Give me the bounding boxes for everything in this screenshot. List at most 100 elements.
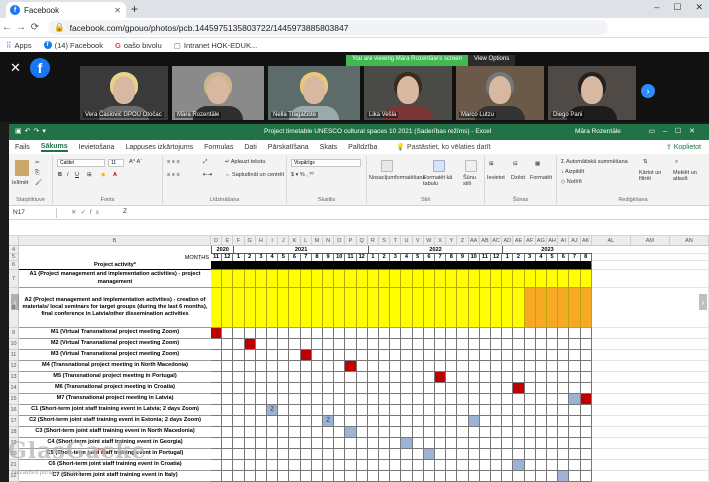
timeline-cell[interactable] bbox=[267, 361, 279, 372]
empty-cell[interactable] bbox=[591, 270, 709, 288]
timeline-cell[interactable] bbox=[300, 270, 312, 288]
row-header[interactable]: 15 bbox=[9, 394, 19, 405]
row-header[interactable]: 6 bbox=[9, 261, 19, 270]
timeline-cell[interactable] bbox=[334, 427, 346, 438]
column-header[interactable]: L bbox=[300, 236, 312, 246]
timeline-cell[interactable] bbox=[535, 449, 547, 460]
timeline-cell[interactable] bbox=[255, 416, 267, 427]
timeline-cell[interactable] bbox=[569, 383, 581, 394]
timeline-cell[interactable] bbox=[311, 449, 323, 460]
month-cell[interactable]: 4 bbox=[267, 254, 279, 261]
view-options-button[interactable]: View Options bbox=[467, 55, 516, 66]
ribbon-tab[interactable]: Lappuses izkārtojums bbox=[125, 144, 193, 151]
column-header[interactable]: F bbox=[233, 236, 245, 246]
timeline-cell[interactable] bbox=[379, 394, 391, 405]
timeline-cell[interactable] bbox=[233, 339, 245, 350]
timeline-cell[interactable] bbox=[457, 288, 469, 328]
timeline-cell[interactable] bbox=[222, 288, 234, 328]
timeline-cell[interactable] bbox=[334, 438, 346, 449]
timeline-cell[interactable] bbox=[580, 361, 592, 372]
timeline-cell[interactable] bbox=[211, 427, 223, 438]
timeline-cell[interactable] bbox=[580, 438, 592, 449]
timeline-cell[interactable] bbox=[211, 361, 223, 372]
timeline-cell[interactable] bbox=[524, 383, 536, 394]
timeline-cell[interactable] bbox=[524, 372, 536, 383]
activity-label[interactable]: M4 (Transnational project meeting in Nor… bbox=[19, 361, 211, 372]
timeline-cell[interactable] bbox=[233, 416, 245, 427]
timeline-cell[interactable] bbox=[278, 460, 290, 471]
timeline-cell[interactable] bbox=[255, 270, 267, 288]
timeline-cell[interactable] bbox=[423, 394, 435, 405]
month-cell[interactable]: 1 bbox=[233, 254, 245, 261]
previous-photo-arrow[interactable]: ‹ bbox=[11, 294, 19, 310]
timeline-cell[interactable] bbox=[435, 471, 447, 482]
timeline-cell[interactable] bbox=[334, 416, 346, 427]
timeline-cell[interactable] bbox=[300, 449, 312, 460]
empty-cell[interactable] bbox=[591, 405, 709, 416]
column-header[interactable]: J bbox=[278, 236, 290, 246]
timeline-cell[interactable] bbox=[457, 361, 469, 372]
timeline-cell[interactable] bbox=[502, 328, 514, 339]
timeline-cell[interactable] bbox=[289, 328, 301, 339]
timeline-cell[interactable] bbox=[390, 449, 402, 460]
timeline-cell[interactable] bbox=[300, 405, 312, 416]
bookmark-apps[interactable]: ⠿ Apps bbox=[6, 41, 32, 50]
timeline-cell[interactable] bbox=[580, 449, 592, 460]
timeline-cell[interactable] bbox=[491, 394, 503, 405]
timeline-cell[interactable] bbox=[502, 394, 514, 405]
timeline-cell[interactable] bbox=[334, 361, 346, 372]
timeline-cell[interactable] bbox=[468, 405, 480, 416]
timeline-cell[interactable] bbox=[356, 405, 368, 416]
timeline-cell[interactable] bbox=[491, 328, 503, 339]
close-photo-icon[interactable]: ✕ bbox=[10, 60, 21, 76]
row-header[interactable]: 5 bbox=[9, 254, 19, 261]
activity-label[interactable]: M5 (Transnational project meeting in Por… bbox=[19, 372, 211, 383]
timeline-cell[interactable] bbox=[345, 328, 357, 339]
timeline-cell[interactable] bbox=[435, 350, 447, 361]
timeline-cell[interactable] bbox=[513, 416, 525, 427]
timeline-cell[interactable] bbox=[569, 460, 581, 471]
timeline-cell[interactable] bbox=[502, 339, 514, 350]
timeline-cell[interactable] bbox=[558, 416, 570, 427]
timeline-cell[interactable] bbox=[468, 471, 480, 482]
timeline-cell[interactable] bbox=[300, 288, 312, 328]
timeline-cell[interactable] bbox=[323, 471, 335, 482]
timeline-cell[interactable] bbox=[323, 328, 335, 339]
month-cell[interactable]: 2 bbox=[513, 254, 525, 261]
activity-label[interactable]: M3 (Virtual Transnational project meetin… bbox=[19, 350, 211, 361]
timeline-cell[interactable] bbox=[468, 288, 480, 328]
timeline-cell[interactable] bbox=[479, 328, 491, 339]
timeline-cell[interactable] bbox=[524, 405, 536, 416]
find-icon[interactable]: ⌕ bbox=[675, 159, 678, 166]
delete-icon[interactable]: ⊟ bbox=[513, 161, 518, 167]
timeline-cell[interactable] bbox=[569, 405, 581, 416]
timeline-cell[interactable] bbox=[479, 270, 491, 288]
timeline-cell[interactable] bbox=[547, 471, 559, 482]
timeline-cell[interactable] bbox=[367, 471, 379, 482]
timeline-cell[interactable] bbox=[255, 328, 267, 339]
timeline-cell[interactable] bbox=[267, 460, 279, 471]
timeline-cell[interactable] bbox=[502, 288, 514, 328]
scheduled-event-cell[interactable]: Z bbox=[323, 416, 335, 427]
timeline-cell[interactable] bbox=[535, 427, 547, 438]
timeline-cell[interactable] bbox=[435, 328, 447, 339]
timeline-cell[interactable] bbox=[390, 383, 402, 394]
copy-icon[interactable]: ⎘ bbox=[35, 170, 39, 177]
column-header[interactable]: G bbox=[244, 236, 256, 246]
timeline-cell[interactable] bbox=[423, 460, 435, 471]
timeline-cell[interactable] bbox=[244, 270, 256, 288]
timeline-cell[interactable] bbox=[334, 372, 346, 383]
timeline-cell[interactable] bbox=[367, 394, 379, 405]
timeline-cell[interactable] bbox=[356, 372, 368, 383]
timeline-cell[interactable] bbox=[367, 438, 379, 449]
format-painter-icon[interactable]: 🖌 bbox=[35, 180, 42, 186]
column-header[interactable]: U bbox=[401, 236, 413, 246]
timeline-cell[interactable] bbox=[457, 427, 469, 438]
empty-cell[interactable] bbox=[591, 328, 709, 339]
timeline-cell[interactable] bbox=[289, 460, 301, 471]
timeline-cell[interactable] bbox=[311, 328, 323, 339]
conditional-format-button[interactable]: Nosacījumformatēšana bbox=[369, 175, 426, 181]
month-cell[interactable]: 9 bbox=[323, 254, 335, 261]
month-cell[interactable]: 10 bbox=[334, 254, 346, 261]
timeline-cell[interactable] bbox=[423, 416, 435, 427]
